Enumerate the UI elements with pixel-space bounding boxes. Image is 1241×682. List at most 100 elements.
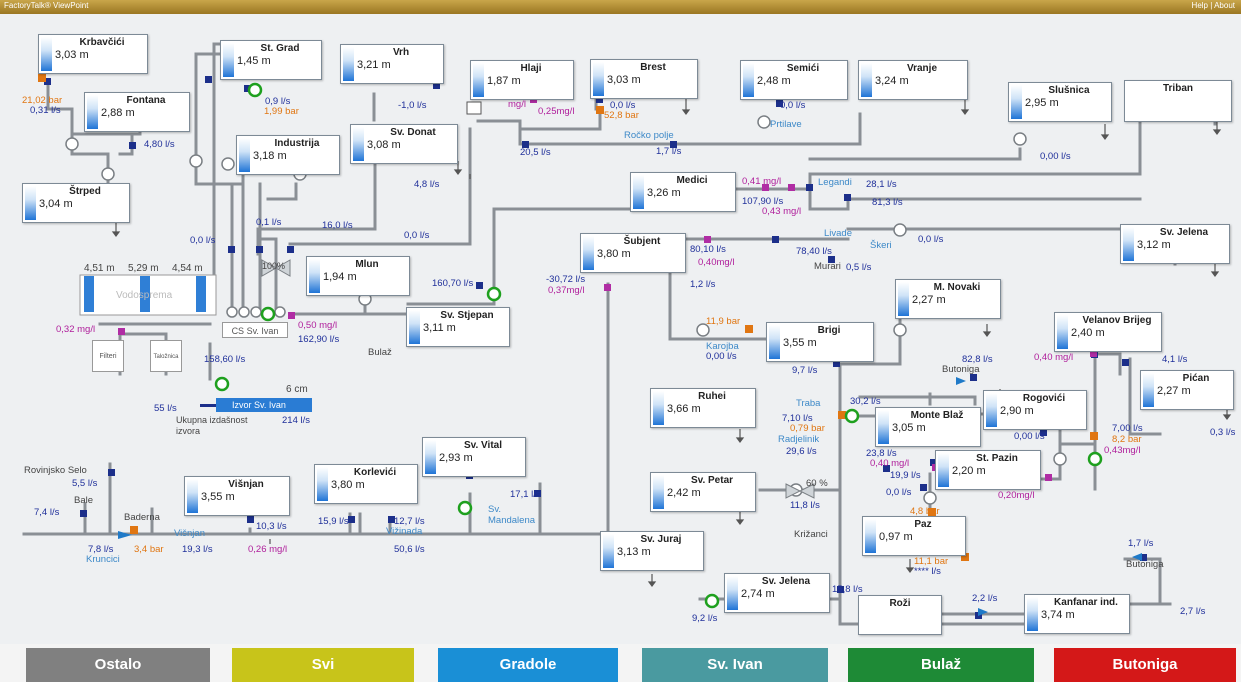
stp-flow: 0,0 l/s [886,487,912,498]
butoniga2-flow: 1,7 l/s [1128,538,1154,549]
butoniga-button[interactable]: Butoniga [1054,648,1236,682]
tank-visnjan[interactable]: Višnjan 3,55 m [184,476,290,516]
tank-level: 3,26 m [647,187,681,199]
tank-sv-jelena-south[interactable]: Sv. Jelena 2,74 m [724,573,830,613]
tank-level: 3,11 m [423,322,456,334]
subj-mg2: 0,37mg/l [548,285,585,296]
tank-sv-juraj[interactable]: Sv. Juraj 3,13 m [600,531,704,571]
brig-flow: 9,7 l/s [792,365,818,376]
tank-name: Štrped [69,186,101,197]
tank-name: Brest [640,62,666,73]
tank-vranje[interactable]: Vranje 3,24 m [858,60,968,100]
vodosprema-level-2: 5,29 m [128,263,159,274]
tank-name: Šubjent [623,236,661,247]
velanov-flow: 4,1 l/s [1162,354,1188,365]
vodosprema-level-1: 4,51 m [84,263,115,274]
jelena-flow: 15,8 l/s [832,584,863,595]
flow-302: 30,2 l/s [850,396,881,407]
tank-level: 3,18 m [253,150,287,162]
tank-level: 2,27 m [912,294,946,306]
tank-kanfanar[interactable]: Kanfanar ind. 3,74 m [1024,594,1130,634]
tank-medici[interactable]: Medici 3,26 m [630,172,736,212]
tank-brig[interactable]: Brigi 3,55 m [766,322,874,362]
tank-korlevici[interactable]: Korlevići 3,80 m [314,464,418,504]
scada-diagram: Krbavčići 3,03 m St. Grad 1,45 m Vrh 3,21 m… [0,14,1241,644]
tank-sv-stjepan[interactable]: Sv. Stjepan 3,11 m [406,307,510,347]
tank-sv-petar[interactable]: Sv. Petar 2,42 m [650,472,756,512]
tank-industrija[interactable]: Industrija 3,18 m [236,135,340,175]
butoniga2-label: Butoniga [1126,559,1164,570]
tank-ruhei[interactable]: Ruhei 3,66 m [650,388,756,428]
tank-level: 3,74 m [1041,609,1075,621]
tank-mlun[interactable]: Mlun 1,94 m [306,256,410,296]
tank-velanov-brijeg[interactable]: Velanov Brijeg 2,40 m [1054,312,1162,352]
gradole-button[interactable]: Gradole [438,648,618,682]
radj-flow: 29,6 l/s [786,446,817,457]
izvor-total: 214 l/s [282,415,310,426]
visnjan-mg: 0,26 mg/l [248,544,288,555]
murari-label: Murari [814,261,841,272]
tank-brest[interactable]: Brest 3,03 m [590,59,698,99]
tank-level: 3,12 m [1137,239,1171,251]
izvor-total-label: Ukupna izdašnost izvora [176,415,248,436]
tank-fontana[interactable]: Fontana 2,88 m [84,92,190,132]
tank-level: 2,90 m [1000,405,1034,417]
tank-level: 2,93 m [439,452,473,464]
tank-level: 3,05 m [892,422,926,434]
kruncici-label: Kruncici [86,554,120,565]
tank-level: 2,95 m [1025,97,1059,109]
tank-rozi[interactable]: Roži [858,595,942,635]
vodosprema-level-3: 4,54 m [172,263,203,274]
sv-ivan-button[interactable]: Sv. Ivan [642,648,828,682]
tank-strped[interactable]: Štrped 3,04 m [22,183,130,223]
karojba-flow: 0,00 l/s [706,351,737,362]
fontana-flow: 4,80 l/s [144,139,175,150]
tank-st-grad[interactable]: St. Grad 1,45 m [220,40,322,80]
cs-sv-ivan-box: CS Sv. Ivan [222,322,288,338]
tank-slusnica[interactable]: Slušnica 2,95 m [1008,82,1112,122]
tank-level: 1,45 m [237,55,271,67]
tank-triban[interactable]: Triban [1124,80,1232,122]
izvor-flow-in: 158,60 l/s [204,354,246,365]
talozenje-label: Taložnica [153,354,179,360]
tank-name: Monte Blaž [910,410,964,421]
tank-m-novaki[interactable]: M. Novaki 2,27 m [895,279,1001,319]
bale-flow: 7,4 l/s [34,507,60,518]
tank-paz[interactable]: Paz 0,97 m [862,516,966,556]
pican-flow: 0,3 l/s [1210,427,1236,438]
tank-name: Paz [914,519,932,530]
tank-name: Ruhei [698,391,726,402]
vizinada-label: Vižinada [386,526,423,537]
tank-vrh[interactable]: Vrh 3,21 m [340,44,444,84]
tank-level: 2,40 m [1071,327,1105,339]
paz-bar: 4,8 bar [910,506,940,517]
hlaji-flow: 20,5 l/s [520,147,551,158]
tank-sv-jelena-east[interactable]: Sv. Jelena 3,12 m [1120,224,1230,264]
tank-subjent[interactable]: Šubjent 3,80 m [580,233,686,273]
tank-monte-blaz[interactable]: Monte Blaž 3,05 m [875,407,981,447]
brest-bar: 52,8 bar [604,110,639,121]
tank-sv-vital[interactable]: Sv. Vital 2,93 m [422,437,526,477]
tank-semici[interactable]: Semići 2,48 m [740,60,848,100]
bottom-nav: Ostalo Svi Gradole Sv. Ivan Bulaž Butoni… [0,644,1241,682]
tank-name: Roži [889,598,911,609]
tank-name: Fontana [126,95,166,106]
window-titlebar: FactoryTalk® ViewPoint Help | About [0,0,1241,14]
svi-button[interactable]: Svi [232,648,414,682]
tank-name: Korlevići [353,467,397,478]
tank-sv-donat[interactable]: Sv. Donat 3,08 m [350,124,458,164]
tank-pican[interactable]: Pićan 2,27 m [1140,370,1234,410]
ostalo-button[interactable]: Ostalo [26,648,210,682]
bulaz-button[interactable]: Bulaž [848,648,1034,682]
tank-krbavcici[interactable]: Krbavčići 3,03 m [38,34,148,74]
tank-name: Sv. Stjepan [440,310,494,321]
rocko-flow: 1,7 l/s [656,146,682,157]
tank-rogovici[interactable]: Rogovići 2,90 m [983,390,1087,430]
flow-00b: 0,0 l/s [404,230,430,241]
legandi-label: Legandi [818,177,852,188]
flow-01: 0,1 l/s [256,217,282,228]
tank-st-pazin[interactable]: St. Pazin 2,20 m [935,450,1041,490]
tank-hlaji[interactable]: Hlaji 1,87 m [470,60,574,100]
subj-mg: 0,40mg/l [698,257,735,268]
help-link[interactable]: Help | About [1192,1,1235,10]
